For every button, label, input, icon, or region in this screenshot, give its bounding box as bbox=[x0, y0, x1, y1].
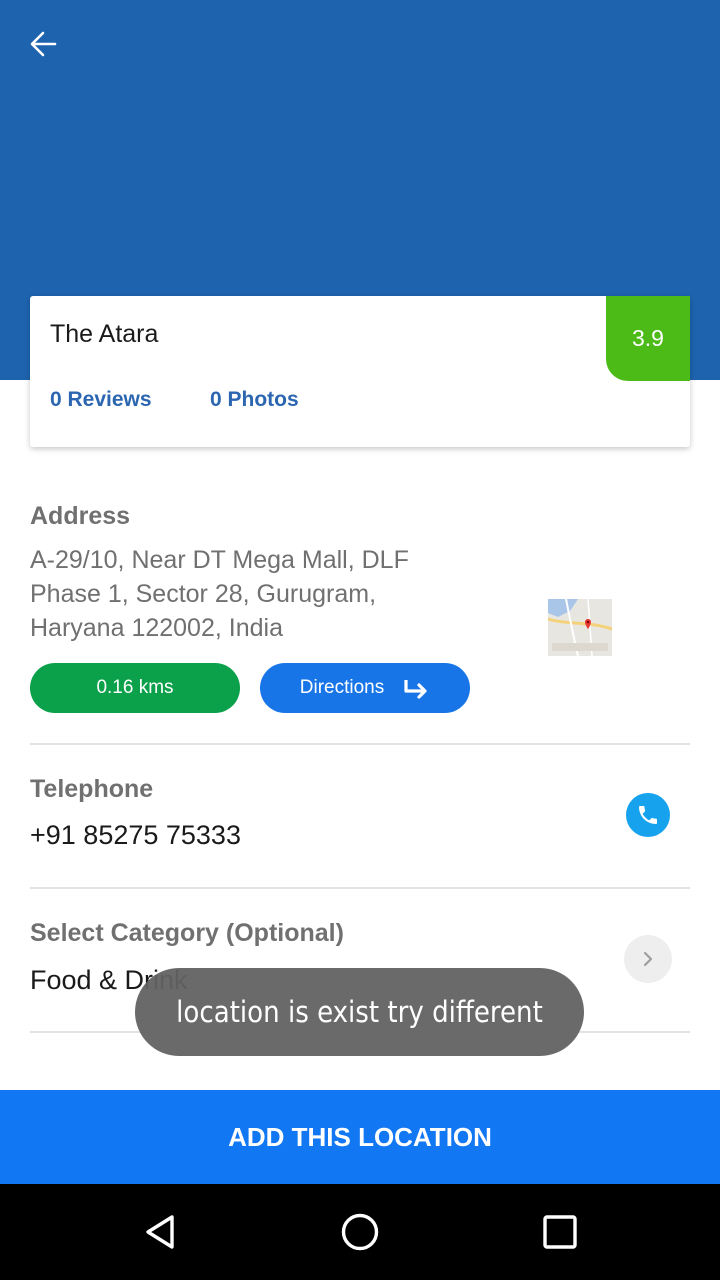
arrow-left-icon bbox=[30, 31, 57, 57]
reviews-link[interactable]: 0 Reviews bbox=[50, 388, 152, 412]
chevron-right-icon bbox=[643, 951, 653, 967]
map-thumbnail[interactable] bbox=[547, 598, 613, 657]
phone-icon bbox=[639, 806, 657, 824]
phone-number: +91 85275 75333 bbox=[30, 820, 241, 850]
directions-button[interactable]: Directions bbox=[260, 663, 470, 713]
divider bbox=[30, 743, 690, 745]
turn-right-arrow-icon bbox=[404, 680, 427, 699]
nav-back-button[interactable] bbox=[130, 1204, 190, 1260]
place-name: The Atara bbox=[50, 320, 159, 348]
back-button[interactable] bbox=[18, 22, 70, 66]
rating-badge: 3.9 bbox=[606, 296, 690, 381]
place-card: The Atara 3.9 0 Reviews 0 Photos bbox=[30, 296, 690, 447]
address-line-2: Phase 1, Sector 28, Gurugram, bbox=[30, 580, 377, 608]
address-line-3: Haryana 122002, India bbox=[30, 614, 283, 642]
nav-recents-square-icon bbox=[543, 1215, 577, 1249]
telephone-label: Telephone bbox=[30, 775, 154, 803]
distance-button[interactable]: 0.16 kms bbox=[30, 663, 240, 713]
system-nav-bar bbox=[0, 1184, 720, 1280]
toast-message: location is exist try different bbox=[135, 968, 584, 1056]
nav-recents-button[interactable] bbox=[530, 1204, 590, 1260]
call-button[interactable] bbox=[626, 793, 670, 837]
address-line-1: A-29/10, Near DT Mega Mall, DLF bbox=[30, 546, 409, 574]
category-select-button[interactable] bbox=[624, 935, 672, 983]
category-label: Select Category (Optional) bbox=[30, 919, 344, 947]
add-location-button[interactable]: ADD THIS LOCATION bbox=[0, 1090, 720, 1184]
address-label: Address bbox=[30, 502, 131, 530]
nav-back-triangle-icon bbox=[146, 1215, 174, 1249]
map-thumbnail-icon bbox=[547, 598, 613, 657]
nav-home-circle-icon bbox=[341, 1213, 379, 1251]
address-text: A-29/10, Near DT Mega Mall, DLF Phase 1,… bbox=[30, 543, 500, 645]
photos-link[interactable]: 0 Photos bbox=[210, 388, 299, 412]
directions-label: Directions bbox=[299, 677, 385, 698]
distance-label: 0.16 kms bbox=[96, 677, 174, 698]
nav-home-button[interactable] bbox=[330, 1204, 390, 1260]
divider bbox=[30, 887, 690, 889]
